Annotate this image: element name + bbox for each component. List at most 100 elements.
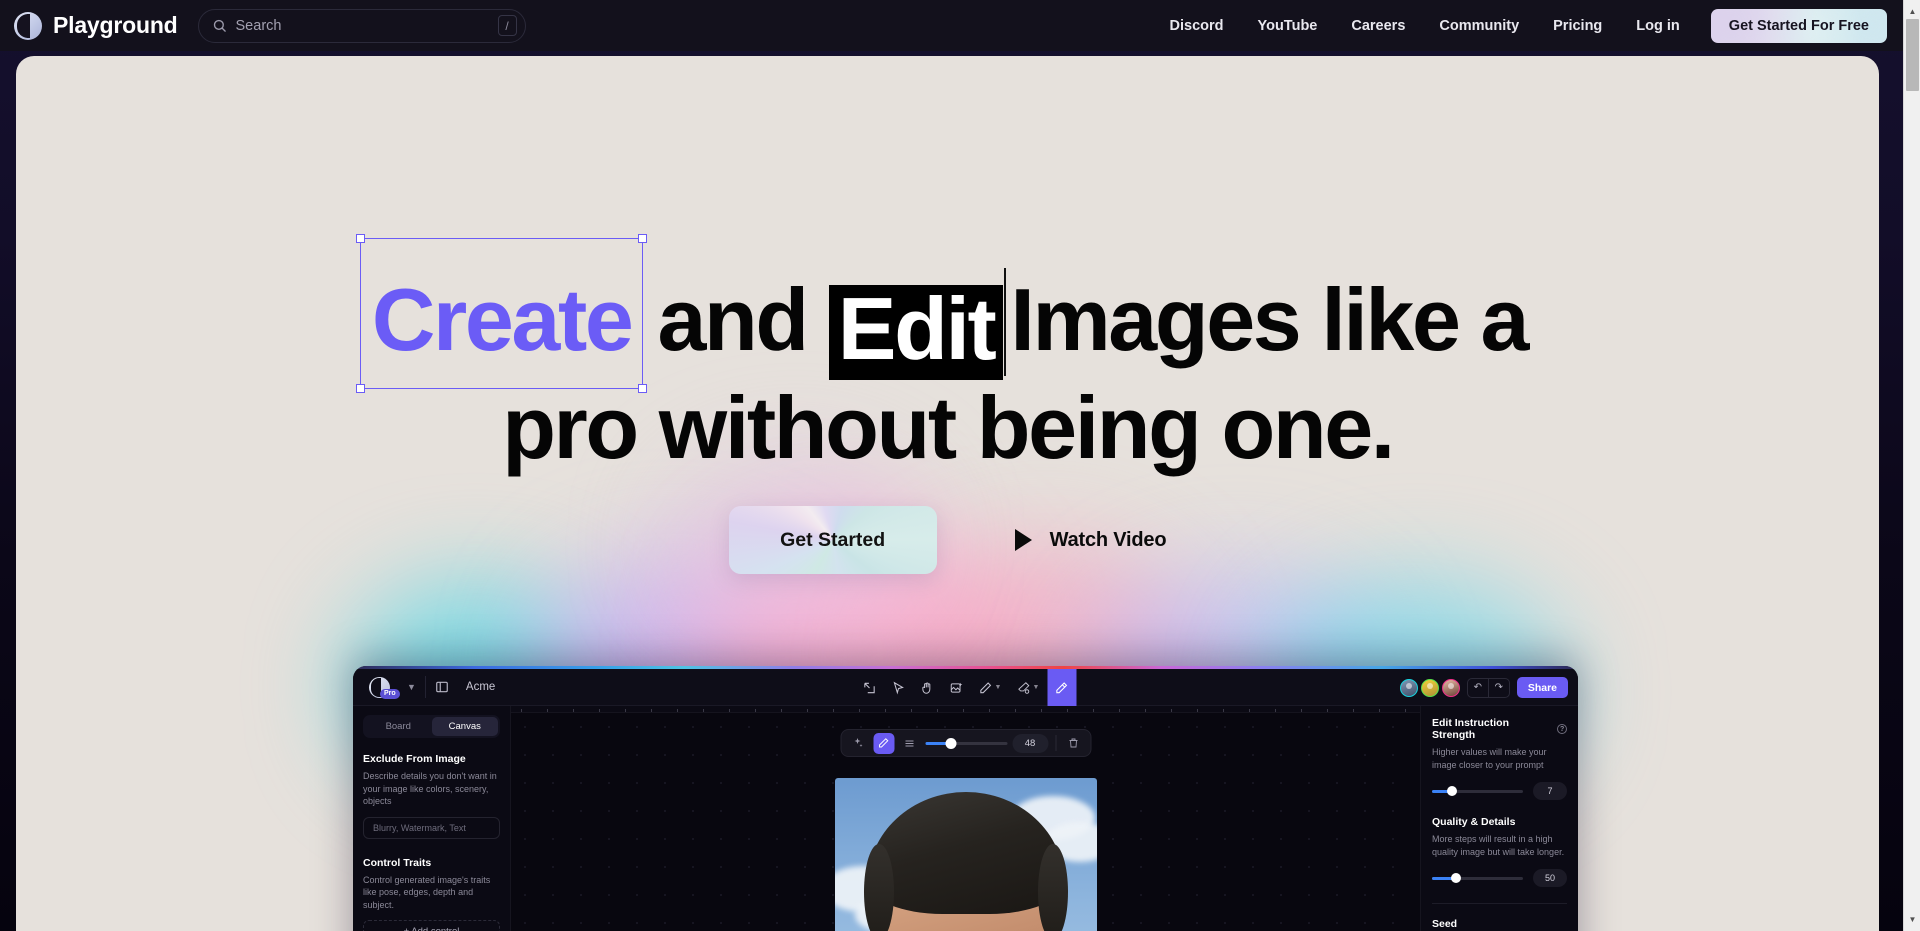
panel-tabs: Board Canvas: [363, 715, 500, 738]
collaborator-avatar-2[interactable]: [1420, 678, 1439, 697]
brush-size-slider[interactable]: [925, 733, 1007, 753]
quality-title: Quality & Details: [1432, 816, 1567, 828]
divider: [1432, 903, 1567, 904]
canvas-image[interactable]: [834, 778, 1097, 931]
export-tool[interactable]: [855, 669, 884, 706]
edit-strength-label: Edit Instruction Strength: [1432, 717, 1509, 741]
exclude-from-image-title: Exclude From Image: [363, 753, 466, 765]
brush-icon[interactable]: [873, 732, 894, 754]
app-toolbar: ▼ ▼: [855, 669, 1076, 706]
share-button[interactable]: Share: [1516, 677, 1568, 698]
select-tool[interactable]: [884, 669, 913, 706]
headline-word-create[interactable]: Create: [355, 234, 648, 393]
canvas-ruler: [511, 706, 1420, 713]
right-panel: Edit Instruction Strength ? Higher value…: [1421, 706, 1578, 931]
app-document-title: Acme: [465, 681, 496, 693]
collaborator-avatar-3[interactable]: [1441, 678, 1460, 697]
exclude-from-image-input[interactable]: Blurry, Watermark, Text: [363, 816, 500, 839]
app-logo-button[interactable]: Pro: [353, 669, 405, 706]
headline-word-and: and: [657, 270, 809, 369]
resize-handle-top-left[interactable]: [355, 234, 365, 243]
quality-label: Quality & Details: [1432, 816, 1516, 828]
edit-strength-control: 7: [1432, 782, 1567, 800]
app-body: Board Canvas Exclude From Image Describe…: [353, 706, 1578, 931]
nav-link-careers[interactable]: Careers: [1334, 12, 1422, 40]
seed-label: Seed: [1432, 918, 1458, 930]
search-shortcut-key: /: [497, 15, 517, 36]
tab-board[interactable]: Board: [365, 717, 432, 736]
history-controls: ↶ ↷: [1466, 677, 1510, 698]
edit-strength-title: Edit Instruction Strength ?: [1432, 717, 1567, 741]
quality-control: 50: [1432, 869, 1567, 887]
quality-description: More steps will result in a high quality…: [1432, 834, 1565, 857]
help-icon[interactable]: ?: [1557, 724, 1567, 734]
chevron-down-icon[interactable]: ▼: [407, 682, 416, 692]
get-started-button[interactable]: Get Started: [728, 506, 937, 574]
app-header: Pro ▼ Acme ▼ ▼ ↶ ↷ Share: [353, 669, 1578, 706]
quality-slider[interactable]: [1432, 871, 1523, 885]
edit-tool[interactable]: [1047, 669, 1076, 706]
top-navigation-bar: Playground / Discord YouTube Careers Com…: [0, 0, 1903, 51]
undo-icon[interactable]: ↶: [1468, 679, 1488, 697]
resize-handle-top-right[interactable]: [638, 234, 648, 243]
erase-tool[interactable]: ▼: [1009, 669, 1047, 706]
play-icon: [1014, 529, 1032, 551]
plan-badge: Pro: [380, 688, 400, 699]
scrollbar-thumb[interactable]: [1906, 19, 1919, 91]
chevron-down-icon: ▼: [994, 684, 1002, 691]
app-header-right: ↶ ↷ Share: [1399, 669, 1568, 706]
pan-tool[interactable]: [913, 669, 942, 706]
get-started-for-free-button[interactable]: Get Started For Free: [1711, 8, 1887, 43]
search-input[interactable]: [235, 17, 489, 34]
edit-strength-value: 7: [1533, 782, 1567, 800]
search-box[interactable]: /: [197, 8, 526, 43]
playground-logo-icon: [14, 11, 42, 40]
headline-word-edit[interactable]: Edit: [828, 285, 1004, 380]
nav-link-discord[interactable]: Discord: [1153, 12, 1241, 40]
control-traits-title: Control Traits: [363, 856, 432, 869]
brand-name: Playground: [53, 12, 178, 38]
watch-video-button[interactable]: Watch Video: [1014, 528, 1167, 552]
control-traits-description: Control generated image's traits like po…: [363, 874, 491, 910]
brush-style-icon[interactable]: [899, 733, 920, 754]
brush-size-value: 48: [1012, 733, 1048, 753]
nav-link-login[interactable]: Log in: [1619, 12, 1697, 40]
edit-strength-description: Higher values will make your image close…: [1432, 747, 1547, 770]
chevron-down-icon: ▼: [1032, 684, 1040, 691]
scroll-down-icon[interactable]: ▼: [1904, 911, 1920, 928]
collaborator-avatar-1[interactable]: [1399, 678, 1418, 697]
headline-rest-line-1: Images like a: [1010, 270, 1529, 369]
nav-link-community[interactable]: Community: [1422, 12, 1536, 40]
app-preview-window: Pro ▼ Acme ▼ ▼ ↶ ↷ Share Board Canvas Ex…: [353, 666, 1578, 931]
hero-cta-row: Get Started Watch Video: [16, 506, 1879, 574]
redo-icon[interactable]: ↷: [1489, 679, 1509, 697]
draw-tool[interactable]: ▼: [971, 669, 1009, 706]
hero-headline: Create and Edit Images like a pro without…: [16, 234, 1879, 477]
canvas-area[interactable]: 48: [510, 706, 1421, 931]
exclude-from-image-description: Describe details you don't want in your …: [363, 771, 497, 806]
left-panel: Board Canvas Exclude From Image Describe…: [353, 706, 510, 931]
panel-toggle-icon[interactable]: [435, 680, 449, 694]
edit-strength-slider[interactable]: [1432, 784, 1523, 798]
sparkles-icon[interactable]: [847, 733, 868, 754]
headline-line-2: pro without being one.: [502, 378, 1395, 477]
generate-tool[interactable]: [942, 669, 971, 706]
page-scrollbar[interactable]: ▲ ▼: [1903, 0, 1920, 931]
brand-logo-link[interactable]: Playground: [14, 11, 178, 40]
trash-icon[interactable]: [1063, 733, 1084, 754]
add-control-button[interactable]: + Add control: [363, 920, 500, 931]
nav-link-pricing[interactable]: Pricing: [1536, 12, 1619, 40]
nav-link-youtube[interactable]: YouTube: [1241, 12, 1335, 40]
text-caret: [1004, 268, 1007, 376]
collaborator-avatars: [1399, 678, 1460, 697]
headline-line-1: Create and Edit Images like a: [16, 234, 1879, 393]
page-root: Playground / Discord YouTube Careers Com…: [0, 0, 1920, 931]
tab-canvas[interactable]: Canvas: [431, 717, 498, 736]
divider: [424, 676, 426, 698]
headline-word-create-text: Create: [371, 270, 634, 369]
scroll-up-icon[interactable]: ▲: [1904, 3, 1920, 20]
canvas-floating-toolbar: 48: [840, 729, 1091, 757]
watch-video-label: Watch Video: [1049, 528, 1167, 551]
nav-links: Discord YouTube Careers Community Pricin…: [1153, 8, 1888, 43]
search-icon: [213, 19, 226, 32]
